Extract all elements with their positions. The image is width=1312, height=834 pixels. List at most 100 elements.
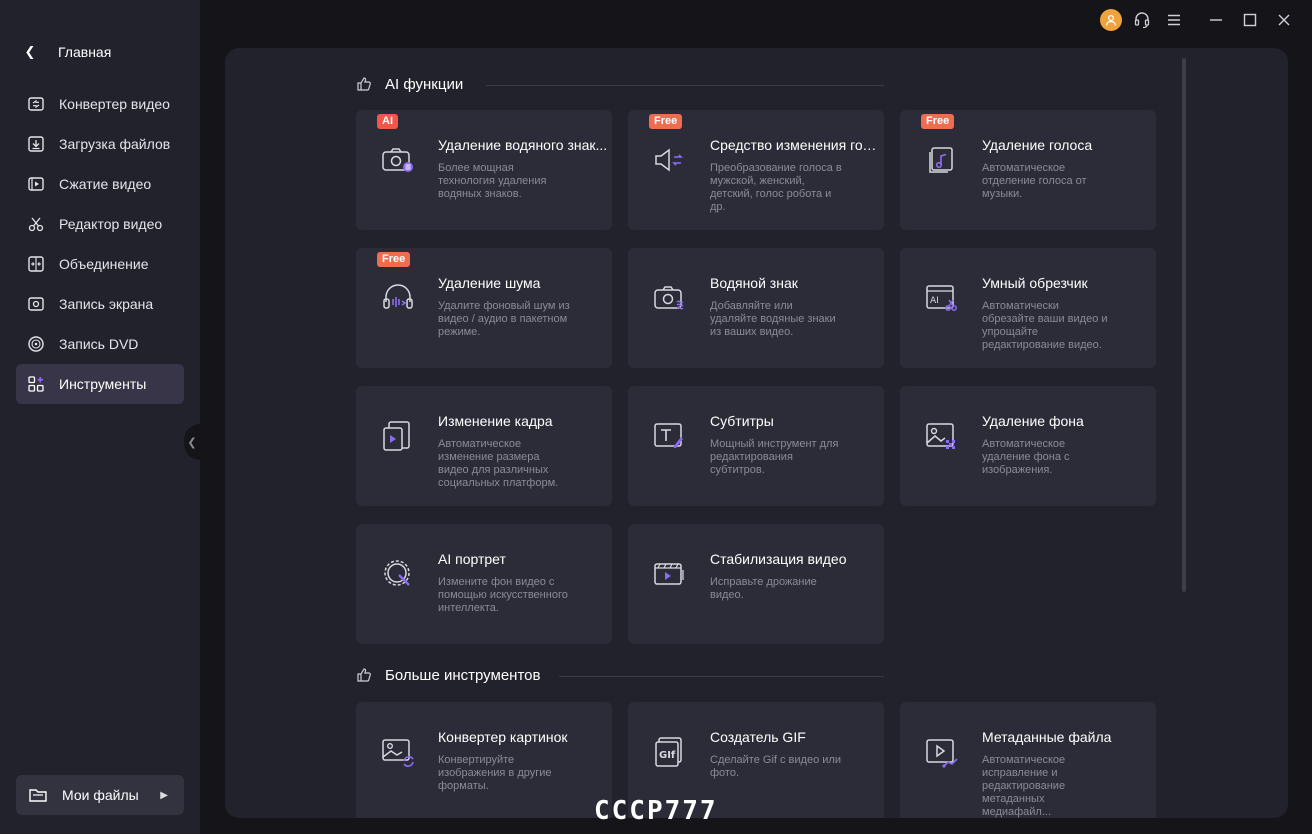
metadata-icon	[924, 734, 960, 770]
vocal-remove-icon	[924, 142, 960, 178]
tool-card-watermark-remover[interactable]: AI Удаление водяного знак... Более мощна…	[356, 110, 612, 230]
thumbs-up-icon	[356, 667, 372, 683]
gif-icon: GIf	[652, 734, 688, 770]
card-description: Удалите фоновый шум из видео / аудио в п…	[438, 300, 570, 338]
thumbs-up-icon	[356, 76, 372, 92]
sidebar-item-label: Запись DVD	[59, 336, 139, 352]
stabilize-icon	[652, 556, 688, 592]
tools-grid-icon	[26, 374, 46, 394]
image-convert-icon	[380, 734, 416, 770]
card-title: Удаление голоса	[982, 137, 1093, 153]
chevron-right-icon: ▶	[160, 789, 168, 801]
maximize-icon[interactable]	[1238, 8, 1262, 32]
sidebar-item-dvd[interactable]: Запись DVD	[16, 324, 184, 364]
sidebar-item-compress[interactable]: Сжатие видео	[16, 164, 184, 204]
sidebar-nav: Конвертер видео Загрузка файлов Сжатие в…	[16, 84, 184, 404]
card-title: Водяной знак	[710, 275, 798, 291]
section-title-more-tools: Больше инструментов	[356, 665, 540, 685]
free-badge: Free	[921, 114, 955, 129]
card-description: Автоматическое изменение размера видео д…	[438, 438, 559, 489]
chevron-left-icon: ❮	[187, 436, 197, 449]
sidebar-item-label: Инструменты	[59, 376, 147, 392]
watermark-text: CCCP777	[594, 796, 718, 826]
watermark-remove-icon	[380, 142, 416, 178]
section-divider	[486, 85, 884, 86]
sidebar-item-label: Загрузка файлов	[59, 136, 171, 152]
scrollbar[interactable]	[1182, 58, 1186, 592]
sidebar: ❮ Главная Конвертер видео Загрузка файло…	[0, 0, 200, 834]
card-title: Средство изменения гол...	[710, 137, 880, 153]
card-description: Конвертируйте изображения в другие форма…	[438, 754, 552, 792]
card-title: Изменение кадра	[438, 413, 553, 429]
tools-panel: AI функции AI Удаление водяного знак... …	[225, 48, 1288, 818]
card-description: Исправьте дрожание видео.	[710, 576, 817, 601]
reframe-icon	[380, 418, 416, 454]
scissors-icon	[26, 214, 46, 234]
card-title: AI портрет	[438, 551, 506, 567]
card-title: Конвертер картинок	[438, 729, 568, 745]
tool-card-metadata[interactable]: Метаданные файла Автоматическое исправле…	[900, 702, 1156, 818]
minimize-icon[interactable]	[1204, 8, 1228, 32]
card-title: Удаление фона	[982, 413, 1084, 429]
screen-record-icon	[26, 294, 46, 314]
sidebar-item-download[interactable]: Загрузка файлов	[16, 124, 184, 164]
voice-changer-icon	[652, 142, 688, 178]
tool-card-voice-changer[interactable]: Free Средство изменения гол... Преобразо…	[628, 110, 884, 230]
folder-icon	[28, 785, 48, 805]
sidebar-item-editor[interactable]: Редактор видео	[16, 204, 184, 244]
svg-text:GIf: GIf	[659, 750, 676, 761]
card-description: Добавляйте или удаляйте водяные знаки из…	[710, 300, 836, 338]
tool-card-ai-portrait[interactable]: AI портрет Измените фон видео с помощью …	[356, 524, 612, 644]
card-title: Удаление водяного знак...	[438, 137, 608, 153]
watermark-icon	[652, 280, 688, 316]
convert-icon	[26, 94, 46, 114]
sidebar-item-tools[interactable]: Инструменты	[16, 364, 184, 404]
close-icon[interactable]	[1272, 8, 1296, 32]
tool-card-stabilizer[interactable]: Стабилизация видео Исправьте дрожание ви…	[628, 524, 884, 644]
card-description: Автоматическое отделение голоса от музык…	[982, 162, 1087, 200]
smart-trimmer-icon: AI	[924, 280, 960, 316]
merge-icon	[26, 254, 46, 274]
my-files-button[interactable]: Мои файлы ▶	[16, 775, 184, 815]
user-avatar[interactable]	[1100, 9, 1122, 31]
compress-icon	[26, 174, 46, 194]
sidebar-item-video-converter[interactable]: Конвертер видео	[16, 84, 184, 124]
card-description: Автоматическое удаление фона с изображен…	[982, 438, 1070, 476]
chevron-left-icon: ❮	[24, 44, 36, 59]
tool-card-vocal-remover[interactable]: Free Удаление голоса Автоматическое отде…	[900, 110, 1156, 230]
dvd-icon	[26, 334, 46, 354]
home-link[interactable]: ❮ Главная	[16, 36, 184, 68]
tool-card-subtitles[interactable]: Субтитры Мощный инструмент для редактиро…	[628, 386, 884, 506]
card-description: Мощный инструмент для редактирования суб…	[710, 438, 839, 476]
sidebar-item-screen-record[interactable]: Запись экрана	[16, 284, 184, 324]
support-headset-icon[interactable]	[1130, 8, 1154, 32]
sidebar-item-label: Запись экрана	[59, 296, 154, 312]
card-description: Автоматически обрезайте ваши видео и упр…	[982, 300, 1108, 351]
tool-card-reframe[interactable]: Изменение кадра Автоматическое изменение…	[356, 386, 612, 506]
tool-card-image-converter[interactable]: Конвертер картинок Конвертируйте изображ…	[356, 702, 612, 818]
free-badge: Free	[649, 114, 683, 129]
download-icon	[26, 134, 46, 154]
svg-text:AI: AI	[930, 296, 939, 306]
sidebar-item-label: Объединение	[59, 256, 149, 272]
tool-card-noise-remover[interactable]: Free Удаление шума Удалите фоновый шум и…	[356, 248, 612, 368]
tool-card-background-remover[interactable]: Удаление фона Автоматическое удаление фо…	[900, 386, 1156, 506]
menu-icon[interactable]	[1162, 8, 1186, 32]
card-title: Стабилизация видео	[710, 551, 847, 567]
ai-portrait-icon	[380, 556, 416, 592]
sidebar-item-label: Сжатие видео	[59, 176, 152, 192]
sidebar-item-label: Редактор видео	[59, 216, 163, 232]
card-title: Удаление шума	[438, 275, 541, 291]
tool-card-smart-trimmer[interactable]: AI Умный обрезчик Автоматически обрезайт…	[900, 248, 1156, 368]
noise-remove-icon	[380, 280, 416, 316]
card-description: Измените фон видео с помощью искусственн…	[438, 576, 568, 614]
free-badge: Free	[377, 252, 411, 267]
section-divider	[559, 676, 884, 677]
sidebar-item-merge[interactable]: Объединение	[16, 244, 184, 284]
card-description: Преобразование голоса в мужской, женский…	[710, 162, 842, 213]
my-files-label: Мои файлы	[62, 787, 139, 803]
card-title: Метаданные файла	[982, 729, 1112, 745]
tool-card-watermark[interactable]: Водяной знак Добавляйте или удаляйте вод…	[628, 248, 884, 368]
card-description: Автоматическое исправление и редактирова…	[982, 754, 1066, 818]
card-title: Создатель GIF	[710, 729, 806, 745]
